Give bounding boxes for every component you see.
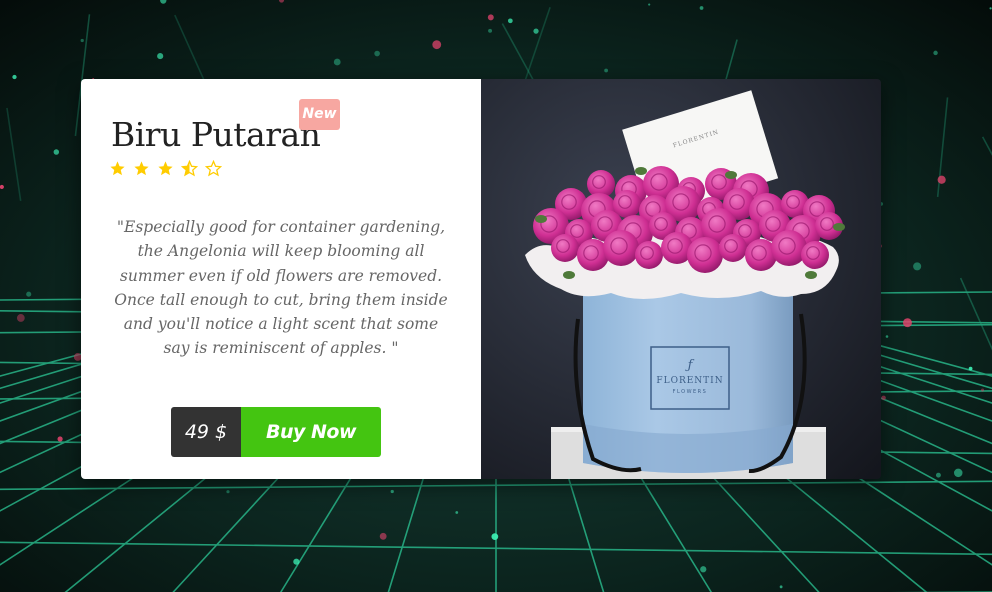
star-icon — [158, 161, 173, 176]
product-title: Biru Putaran — [111, 115, 321, 154]
star-icon — [110, 161, 125, 176]
star-outline-icon — [205, 160, 222, 177]
new-badge: New — [299, 99, 340, 130]
product-image: ƒ FLORENTIN FLOWERS FLORENTIN — [481, 79, 881, 479]
product-description: "Especially good for container gardening… — [114, 218, 448, 358]
price-tag: 49 $ — [171, 407, 241, 457]
product-card: Biru Putaran New "Especially good for co… — [81, 79, 881, 479]
svg-text:FLORENTIN: FLORENTIN — [656, 376, 723, 386]
buy-now-button[interactable]: Buy Now — [241, 407, 381, 457]
svg-text:FLOWERS: FLOWERS — [673, 389, 708, 395]
product-info-panel: Biru Putaran New "Especially good for co… — [81, 79, 481, 479]
star-half-icon — [181, 160, 198, 177]
star-icon — [134, 161, 149, 176]
